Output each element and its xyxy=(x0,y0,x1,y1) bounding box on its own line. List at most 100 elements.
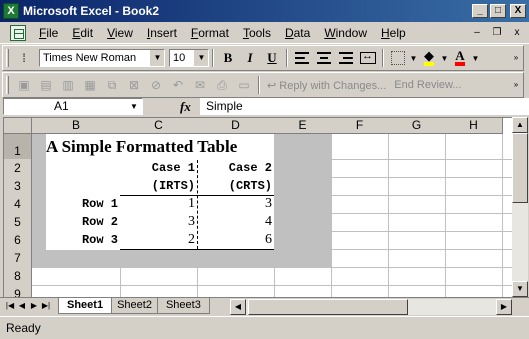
row-label-cell[interactable]: Row 3 xyxy=(32,231,118,249)
menu-tools[interactable]: Tools xyxy=(236,24,278,42)
chevron-down-icon[interactable]: ▼ xyxy=(194,50,208,66)
row-header-5[interactable]: 5 xyxy=(4,213,32,232)
workbook-icon[interactable] xyxy=(10,24,26,41)
menu-view[interactable]: View xyxy=(100,24,140,42)
chevron-down-icon[interactable]: ▼ xyxy=(471,54,480,63)
prev-sheet-icon[interactable]: ◀ xyxy=(16,298,28,314)
row-header-8[interactable]: 8 xyxy=(4,267,32,286)
previous-comment-icon[interactable]: ▤ xyxy=(35,75,57,95)
data-cell[interactable]: 6 xyxy=(197,231,272,249)
chevron-down-icon[interactable]: ▼ xyxy=(440,54,449,63)
maximize-button[interactable]: □ xyxy=(490,4,506,18)
first-sheet-icon[interactable]: |◀ xyxy=(4,298,16,314)
header-case2-cell[interactable]: Case 2 xyxy=(197,159,272,177)
scroll-thumb[interactable] xyxy=(248,299,408,315)
toolbar-overflow-icon[interactable]: » xyxy=(511,75,521,95)
underline-button[interactable]: U xyxy=(261,48,283,68)
end-review-button[interactable]: End Review... xyxy=(390,79,465,91)
column-header-h[interactable]: H xyxy=(445,118,503,134)
borders-button[interactable] xyxy=(387,48,409,68)
header-case1-cell[interactable]: Case 1 xyxy=(120,159,195,177)
header-irts-cell[interactable]: (IRTS) xyxy=(120,177,195,195)
toolbar-grip[interactable] xyxy=(6,49,9,67)
row-label-cell[interactable]: Row 2 xyxy=(32,213,118,231)
font-name-select[interactable]: Times New Roman ▼ xyxy=(39,49,165,67)
data-cell[interactable]: 4 xyxy=(197,213,272,231)
scroll-left-icon[interactable]: ◀ xyxy=(230,299,246,315)
data-cell[interactable]: 2 xyxy=(120,231,195,249)
column-header-f[interactable]: F xyxy=(331,118,389,134)
toolbar-options-icon[interactable]: ⁞ xyxy=(13,48,35,68)
delete-comment-icon[interactable]: ⊠ xyxy=(123,75,145,95)
vertical-scrollbar[interactable]: ▲ ▼ xyxy=(512,117,528,297)
tab-sheet1[interactable]: Sheet1 xyxy=(58,298,113,314)
menu-window[interactable]: Window xyxy=(317,24,374,42)
row-header-7[interactable]: 7 xyxy=(4,249,32,268)
menu-edit[interactable]: Edit xyxy=(65,24,100,42)
italic-button[interactable]: I xyxy=(239,48,261,68)
tab-sheet2[interactable]: Sheet2 xyxy=(108,298,161,314)
create-task-icon[interactable]: ⊘ xyxy=(145,75,167,95)
font-size-select[interactable]: 10 ▼ xyxy=(169,49,209,67)
print-icon[interactable]: ⎙ xyxy=(211,75,233,95)
align-center-button[interactable] xyxy=(313,48,335,68)
row-header-4[interactable]: 4 xyxy=(4,195,32,214)
name-box[interactable]: A1 ▼ xyxy=(3,98,143,115)
doc-minimize-button[interactable]: – xyxy=(469,26,485,40)
toolbar-overflow-icon[interactable]: » xyxy=(511,48,521,68)
data-cell[interactable]: 3 xyxy=(120,213,195,231)
row-header-3[interactable]: 3 xyxy=(4,177,32,196)
row-header-6[interactable]: 6 xyxy=(4,231,32,250)
scroll-down-icon[interactable]: ▼ xyxy=(512,281,528,297)
menu-format[interactable]: Format xyxy=(184,24,236,42)
column-header-g[interactable]: G xyxy=(388,118,446,134)
chevron-down-icon[interactable]: ▼ xyxy=(409,54,418,63)
tab-sheet3[interactable]: Sheet3 xyxy=(156,298,210,314)
toolbar-grip[interactable] xyxy=(6,76,9,94)
table-title-cell[interactable]: A Simple Formatted Table xyxy=(46,136,286,158)
menu-data[interactable]: Data xyxy=(278,24,317,42)
data-cell[interactable]: 1 xyxy=(120,195,195,213)
row-header-2[interactable]: 2 xyxy=(4,159,32,178)
scroll-thumb[interactable] xyxy=(512,133,528,203)
select-all-corner[interactable] xyxy=(4,118,32,134)
merge-center-button[interactable] xyxy=(357,48,379,68)
column-header-b[interactable]: B xyxy=(32,118,121,134)
reply-with-changes-button[interactable]: ↩ Reply with Changes... xyxy=(263,79,390,92)
data-cell[interactable]: 3 xyxy=(197,195,272,213)
column-header-c[interactable]: C xyxy=(120,118,198,134)
close-button[interactable]: X xyxy=(510,4,526,18)
worksheet-grid[interactable]: B C D E F G H 1 2 3 4 5 6 7 8 9 A Simple… xyxy=(3,117,512,297)
align-left-button[interactable] xyxy=(291,48,313,68)
column-header-e[interactable]: E xyxy=(274,118,332,134)
fill-color-button[interactable]: ◆ xyxy=(418,48,440,68)
horizontal-scrollbar[interactable]: ◀ ▶ xyxy=(230,299,512,315)
menu-file[interactable]: File xyxy=(32,24,65,42)
doc-restore-button[interactable]: ❐ xyxy=(489,26,505,40)
minimize-button[interactable]: _ xyxy=(472,4,488,18)
row-label-cell[interactable]: Row 1 xyxy=(32,195,118,213)
chevron-down-icon[interactable]: ▼ xyxy=(126,99,142,114)
send-to-mail-icon[interactable]: ✉ xyxy=(189,75,211,95)
show-all-comments-icon[interactable]: ⧉ xyxy=(101,75,123,95)
bold-button[interactable]: B xyxy=(217,48,239,68)
column-header-d[interactable]: D xyxy=(197,118,275,134)
header-crts-cell[interactable]: (CRTS) xyxy=(197,177,272,195)
formula-input[interactable]: Simple xyxy=(200,98,529,115)
scroll-right-icon[interactable]: ▶ xyxy=(496,299,512,315)
next-sheet-icon[interactable]: ▶ xyxy=(28,298,40,314)
excel-app-icon[interactable]: X xyxy=(3,3,19,19)
show-comment-icon[interactable]: ▦ xyxy=(79,75,101,95)
next-comment-icon[interactable]: ▥ xyxy=(57,75,79,95)
doc-close-button[interactable]: x xyxy=(509,26,525,40)
doc-icon[interactable]: ▭ xyxy=(233,75,255,95)
row-header-1[interactable]: 1 xyxy=(4,134,32,160)
new-comment-icon[interactable]: ▣ xyxy=(13,75,35,95)
update-file-icon[interactable]: ↶ xyxy=(167,75,189,95)
last-sheet-icon[interactable]: ▶| xyxy=(40,298,52,314)
row-header-9[interactable]: 9 xyxy=(4,285,32,297)
chevron-down-icon[interactable]: ▼ xyxy=(150,50,164,66)
align-right-button[interactable] xyxy=(335,48,357,68)
menu-insert[interactable]: Insert xyxy=(140,24,184,42)
font-color-button[interactable]: A xyxy=(449,48,471,68)
